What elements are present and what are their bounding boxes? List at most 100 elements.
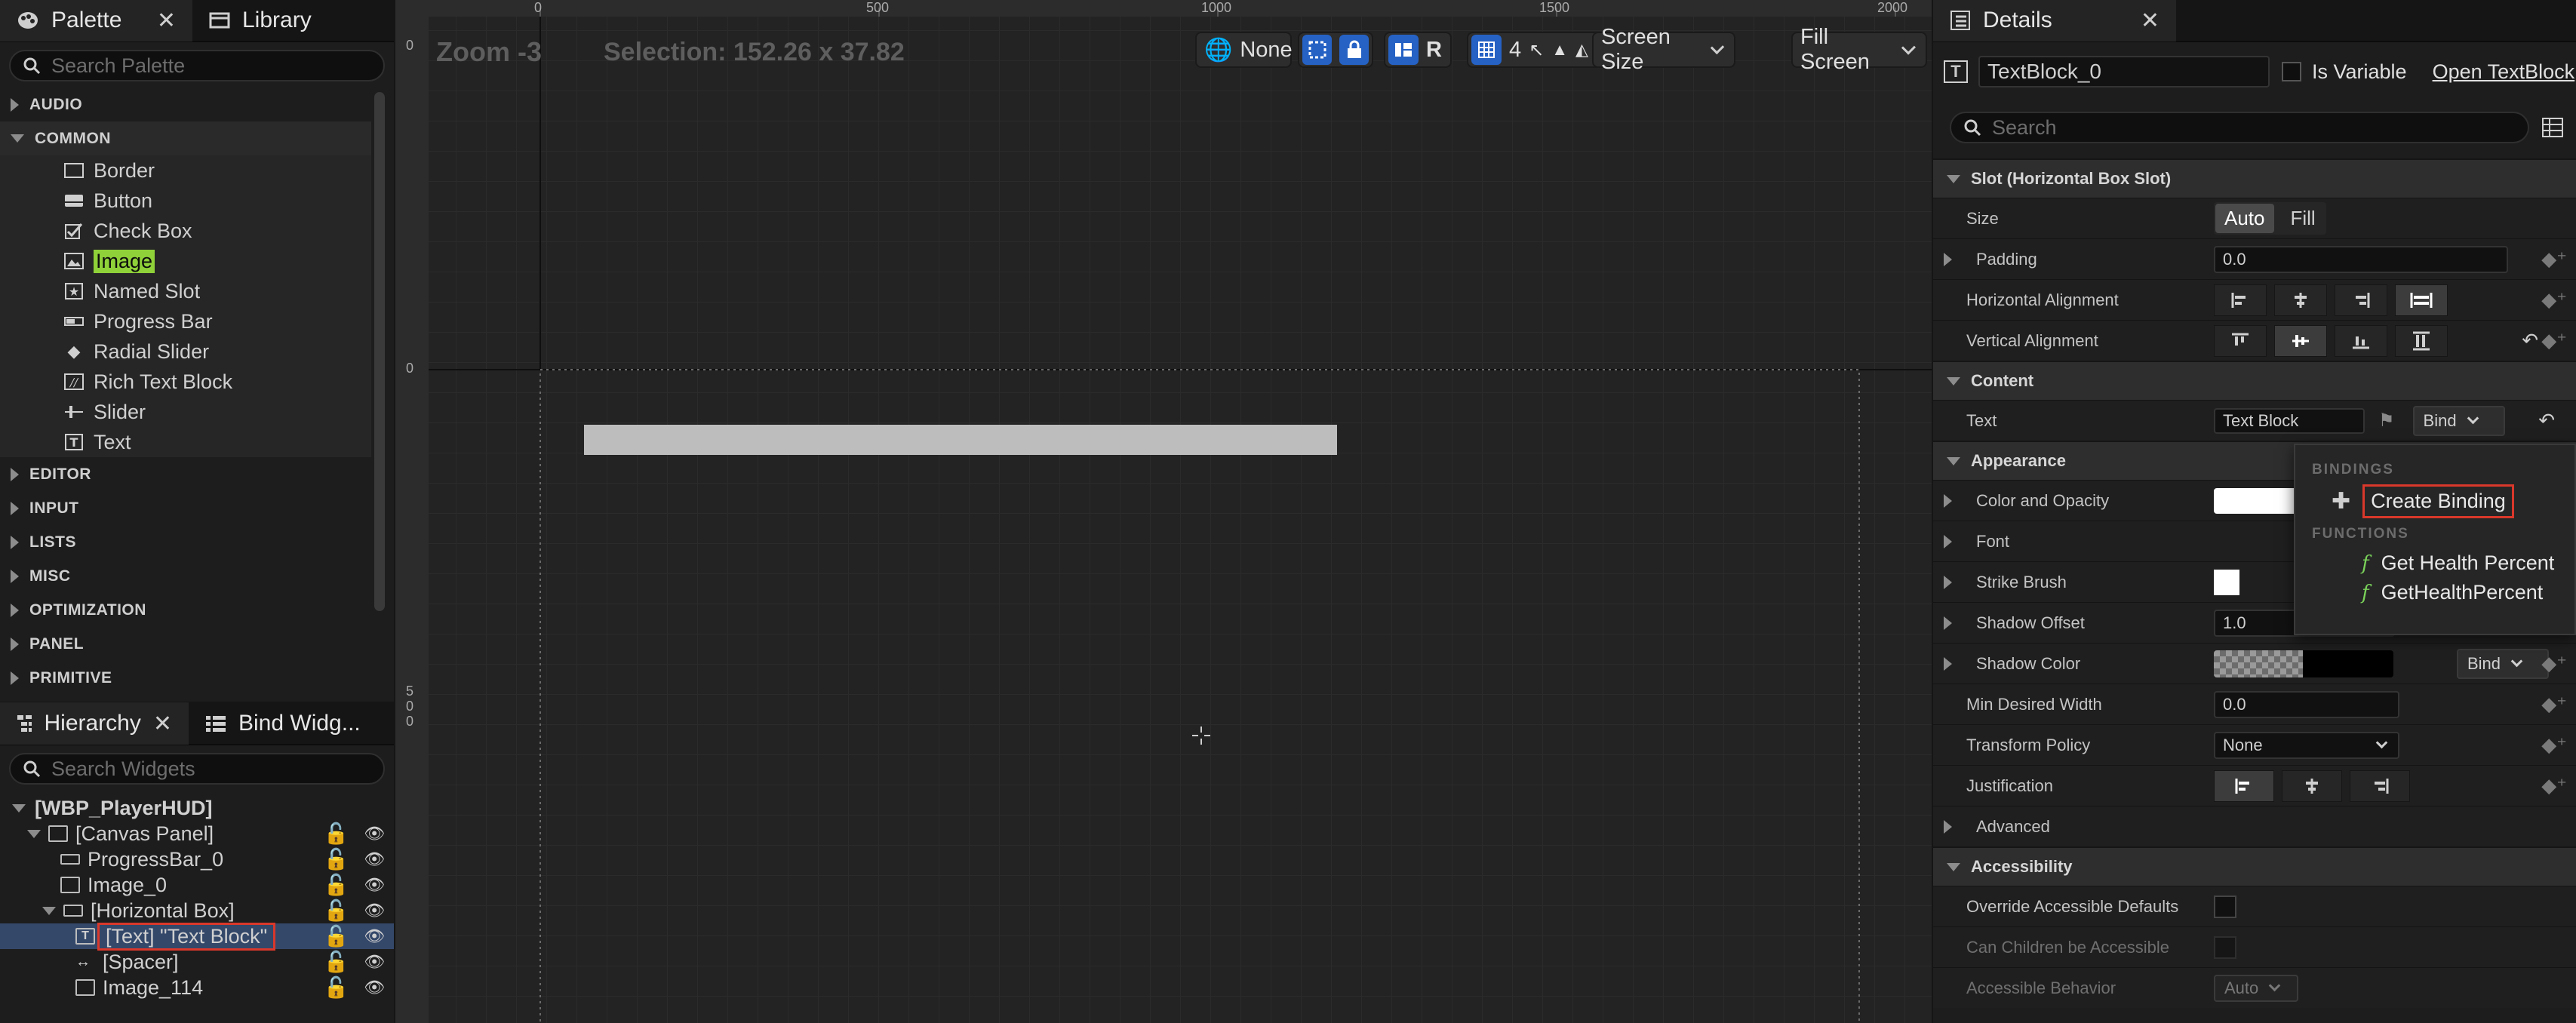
palette-item-button[interactable]: Button [0, 186, 371, 216]
min-width-field[interactable]: 0.0 [2214, 690, 2399, 718]
screen-size-dropdown[interactable]: Screen Size [1592, 25, 1735, 74]
create-binding-item[interactable]: ✚ Create Binding [2332, 484, 2574, 518]
tab-palette[interactable]: Palette ✕ [0, 0, 192, 41]
r-toggle-button[interactable]: R [1426, 38, 1442, 63]
category-editor[interactable]: EDITOR [0, 457, 371, 491]
expand-arrow-icon[interactable] [1944, 575, 1952, 589]
lock-icon[interactable]: 🔓 [323, 847, 349, 871]
align-fill-icon[interactable] [2395, 284, 2448, 316]
palette-item-rich-text[interactable]: //Rich Text Block [0, 367, 371, 397]
designer-canvas[interactable]: 0 500 1000 1500 2000 0 0 5 0 0 Zoom -3 S… [395, 0, 1932, 1023]
bind-dropdown-button[interactable]: Bind [2457, 648, 2549, 679]
align-right-icon[interactable] [2335, 284, 2387, 316]
bind-dropdown-button[interactable]: Bind [2412, 405, 2505, 436]
palette-item-image[interactable]: Image [0, 246, 371, 276]
flag-icon[interactable]: ⚑ [2378, 410, 2395, 432]
justify-right-icon[interactable] [2350, 770, 2410, 802]
details-search-input[interactable]: Search [1950, 112, 2529, 143]
function-item[interactable]: f GetHealthPercent [2362, 581, 2574, 604]
padding-field[interactable]: 0.0 [2214, 245, 2508, 273]
fill-screen-dropdown[interactable]: Fill Screen [1791, 25, 1927, 74]
palette-item-slider[interactable]: Slider [0, 397, 371, 427]
tab-hierarchy[interactable]: Hierarchy ✕ [0, 702, 189, 745]
category-optimization[interactable]: OPTIMIZATION [0, 593, 371, 627]
open-textblock-link[interactable]: Open TextBlock [2433, 60, 2575, 84]
section-content[interactable]: Content [1933, 361, 2576, 400]
marquee-select-button[interactable] [1302, 35, 1332, 65]
layout-mode-button[interactable] [1388, 35, 1419, 65]
localization-preview-dropdown[interactable]: 🌐 None [1195, 32, 1293, 68]
tree-row-horizontal-box[interactable]: [Horizontal Box] 🔓 👁 [0, 898, 394, 923]
size-auto-button[interactable]: Auto [2215, 204, 2274, 233]
eye-icon[interactable]: 👁 [364, 875, 385, 895]
align-top-icon[interactable] [2214, 324, 2267, 357]
eye-icon[interactable]: 👁 [364, 978, 385, 997]
expand-arrow-icon[interactable] [1944, 252, 1952, 266]
reset-icon[interactable]: ↶ [2538, 409, 2555, 432]
lock-icon[interactable]: 🔓 [323, 975, 349, 1000]
strike-brush-swatch[interactable] [2214, 569, 2239, 595]
category-common[interactable]: COMMON [0, 121, 371, 155]
eye-icon[interactable]: 👁 [364, 849, 385, 869]
is-variable-checkbox[interactable] [2282, 62, 2301, 81]
keyframe-icon[interactable]: ◆⁺ [2541, 733, 2567, 757]
accessible-behavior-dropdown[interactable]: Auto [2214, 974, 2298, 1002]
lock-icon[interactable]: 🔓 [323, 822, 349, 846]
palette-search-input[interactable]: Search Palette [9, 50, 385, 81]
category-misc[interactable]: MISC [0, 559, 371, 593]
close-icon[interactable]: ✕ [153, 711, 172, 737]
palette-scrollbar[interactable] [374, 92, 385, 611]
justify-center-icon[interactable] [2282, 770, 2342, 802]
category-primitive[interactable]: PRIMITIVE [0, 661, 371, 695]
override-accessible-checkbox[interactable] [2214, 895, 2236, 918]
section-slot[interactable]: Slot (Horizontal Box Slot) [1933, 158, 2576, 198]
tree-row-text-block[interactable]: T [Text] "Text Block" 🔓 👁 [0, 922, 394, 951]
keyframe-icon[interactable]: ◆⁺ [2541, 329, 2567, 352]
text-value-field[interactable]: Text Block [2214, 407, 2365, 434]
category-panel[interactable]: PANEL [0, 627, 371, 661]
category-lists[interactable]: LISTS [0, 525, 371, 559]
palette-item-named-slot[interactable]: ★ Named Slot [0, 276, 371, 306]
tab-bind-widgets[interactable]: Bind Widg... [189, 702, 386, 745]
eye-icon[interactable]: 👁 [364, 824, 385, 843]
expand-arrow-icon[interactable] [1944, 493, 1952, 508]
reset-icon[interactable]: ↶ [2522, 329, 2538, 352]
mirror-icon[interactable]: ◭ [1575, 40, 1588, 60]
hierarchy-search-input[interactable]: Search Widgets [9, 753, 385, 785]
property-matrix-icon[interactable] [2541, 116, 2564, 143]
keyframe-icon[interactable]: ◆⁺ [2541, 652, 2567, 675]
tree-row-progressbar[interactable]: ProgressBar_0 🔓 👁 [0, 846, 394, 872]
tab-library[interactable]: Library [192, 0, 390, 41]
close-icon[interactable]: ✕ [157, 8, 176, 34]
keyframe-icon[interactable]: ◆⁺ [2541, 247, 2567, 271]
tree-row-spacer[interactable]: ↔ [Spacer] 🔓 👁 [0, 949, 394, 975]
tree-row-root[interactable]: [WBP_PlayerHUD] [0, 795, 394, 821]
keyframe-icon[interactable]: ◆⁺ [2541, 774, 2567, 797]
grid-snap-button[interactable] [1471, 35, 1502, 65]
lock-toggle-button[interactable] [1339, 35, 1369, 65]
align-center-icon[interactable] [2274, 284, 2327, 316]
align-middle-icon[interactable] [2274, 324, 2327, 357]
shadow-color-swatch[interactable] [2214, 650, 2393, 677]
expand-arrow-icon[interactable] [1944, 534, 1952, 548]
lock-icon[interactable]: 🔓 [323, 950, 349, 974]
can-children-checkbox[interactable] [2214, 935, 2236, 959]
lock-icon[interactable]: 🔓 [323, 873, 349, 897]
grid-size-value[interactable]: 4 [1509, 38, 1521, 63]
category-input[interactable]: INPUT [0, 491, 371, 525]
align-fill-vertical-icon[interactable] [2395, 324, 2448, 357]
keyframe-icon[interactable]: ◆⁺ [2541, 693, 2567, 716]
section-accessibility[interactable]: Accessibility [1933, 846, 2576, 886]
tab-details[interactable]: Details ✕ [1933, 0, 2176, 41]
widget-name-field[interactable]: TextBlock_0 [1978, 56, 2270, 88]
category-audio[interactable]: AUDIO [0, 88, 371, 121]
palette-item-checkbox[interactable]: Check Box [0, 216, 371, 246]
palette-item-text[interactable]: T Text [0, 427, 371, 457]
prop-advanced[interactable]: Advanced [1933, 806, 2576, 846]
justify-left-icon[interactable] [2214, 770, 2274, 802]
size-fill-button[interactable]: Fill [2282, 204, 2325, 233]
keyframe-icon[interactable]: ◆⁺ [2541, 288, 2567, 312]
tree-row-canvas-panel[interactable]: [Canvas Panel] 🔓 👁 [0, 821, 394, 846]
eye-icon[interactable]: 👁 [364, 952, 385, 972]
tree-row-image0[interactable]: Image_0 🔓 👁 [0, 872, 394, 898]
